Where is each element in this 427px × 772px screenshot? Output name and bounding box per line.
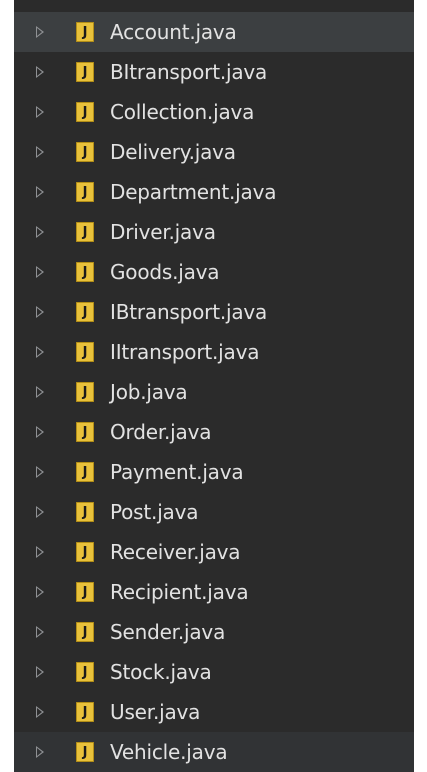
tree-item-bitransport[interactable]: J BItransport.java [14,52,414,92]
tree-item-label: Post.java [110,500,199,524]
tree-item-label: Job.java [110,380,188,404]
java-file-icon: J [76,422,94,442]
java-file-icon: J [76,382,94,402]
tree-item-label: Vehicle.java [110,740,228,764]
tree-item-delivery[interactable]: J Delivery.java [14,132,414,172]
expand-arrow-icon[interactable] [36,346,44,358]
tree-item-department[interactable]: J Department.java [14,172,414,212]
java-file-icon: J [76,742,94,762]
java-file-icon: J [76,502,94,522]
expand-arrow-icon[interactable] [36,186,44,198]
java-file-icon: J [76,262,94,282]
java-file-icon: J [76,582,94,602]
tree-item-vehicle[interactable]: J Vehicle.java [14,732,414,772]
java-file-icon: J [76,222,94,242]
expand-arrow-icon[interactable] [36,266,44,278]
tree-item-label: Goods.java [110,260,220,284]
java-file-icon: J [76,62,94,82]
expand-arrow-icon[interactable] [36,546,44,558]
tree-item-goods[interactable]: J Goods.java [14,252,414,292]
expand-arrow-icon[interactable] [36,106,44,118]
expand-arrow-icon[interactable] [36,506,44,518]
tree-item-stock[interactable]: J Stock.java [14,652,414,692]
expand-arrow-icon[interactable] [36,386,44,398]
tree-item-sender[interactable]: J Sender.java [14,612,414,652]
tree-item-recipient[interactable]: J Recipient.java [14,572,414,612]
tree-item-receiver[interactable]: J Receiver.java [14,532,414,572]
tree-item-label: User.java [110,700,201,724]
tree-item-label: Stock.java [110,660,212,684]
expand-arrow-icon[interactable] [36,466,44,478]
tree-item-payment[interactable]: J Payment.java [14,452,414,492]
tree-item-collection[interactable]: J Collection.java [14,92,414,132]
java-file-icon: J [76,542,94,562]
expand-arrow-icon[interactable] [36,626,44,638]
tree-item-label: Order.java [110,420,212,444]
expand-arrow-icon[interactable] [36,746,44,758]
tree-item-order[interactable]: J Order.java [14,412,414,452]
tree-item-label: Driver.java [110,220,216,244]
tree-item-label: IItransport.java [110,340,260,364]
tree-item-label: Payment.java [110,460,244,484]
java-file-icon: J [76,142,94,162]
java-file-icon: J [76,302,94,322]
java-file-icon: J [76,462,94,482]
expand-arrow-icon[interactable] [36,706,44,718]
tree-item-job[interactable]: J Job.java [14,372,414,412]
tree-item-label: BItransport.java [110,60,268,84]
java-file-icon: J [76,22,94,42]
java-file-icon: J [76,702,94,722]
tree-item-driver[interactable]: J Driver.java [14,212,414,252]
java-file-icon: J [76,342,94,362]
expand-arrow-icon[interactable] [36,66,44,78]
file-tree: J Account.java J BItransport.java J Coll… [14,0,414,772]
expand-arrow-icon[interactable] [36,586,44,598]
java-file-icon: J [76,182,94,202]
tree-item-ibtransport[interactable]: J IBtransport.java [14,292,414,332]
tree-item-iitransport[interactable]: J IItransport.java [14,332,414,372]
tree-item-account[interactable]: J Account.java [14,12,414,52]
expand-arrow-icon[interactable] [36,146,44,158]
tree-item-label: Delivery.java [110,140,236,164]
tree-item-post[interactable]: J Post.java [14,492,414,532]
tree-item-label: Sender.java [110,620,226,644]
tree-item-label: Receiver.java [110,540,241,564]
java-file-icon: J [76,662,94,682]
tree-item-label: Recipient.java [110,580,249,604]
java-file-icon: J [76,102,94,122]
tree-item-user[interactable]: J User.java [14,692,414,732]
expand-arrow-icon[interactable] [36,666,44,678]
tree-item-label: Account.java [110,20,237,44]
expand-arrow-icon[interactable] [36,26,44,38]
expand-arrow-icon[interactable] [36,226,44,238]
expand-arrow-icon[interactable] [36,426,44,438]
tree-item-label: Department.java [110,180,277,204]
tree-item-label: Collection.java [110,100,255,124]
expand-arrow-icon[interactable] [36,306,44,318]
tree-item-label: IBtransport.java [110,300,268,324]
java-file-icon: J [76,622,94,642]
